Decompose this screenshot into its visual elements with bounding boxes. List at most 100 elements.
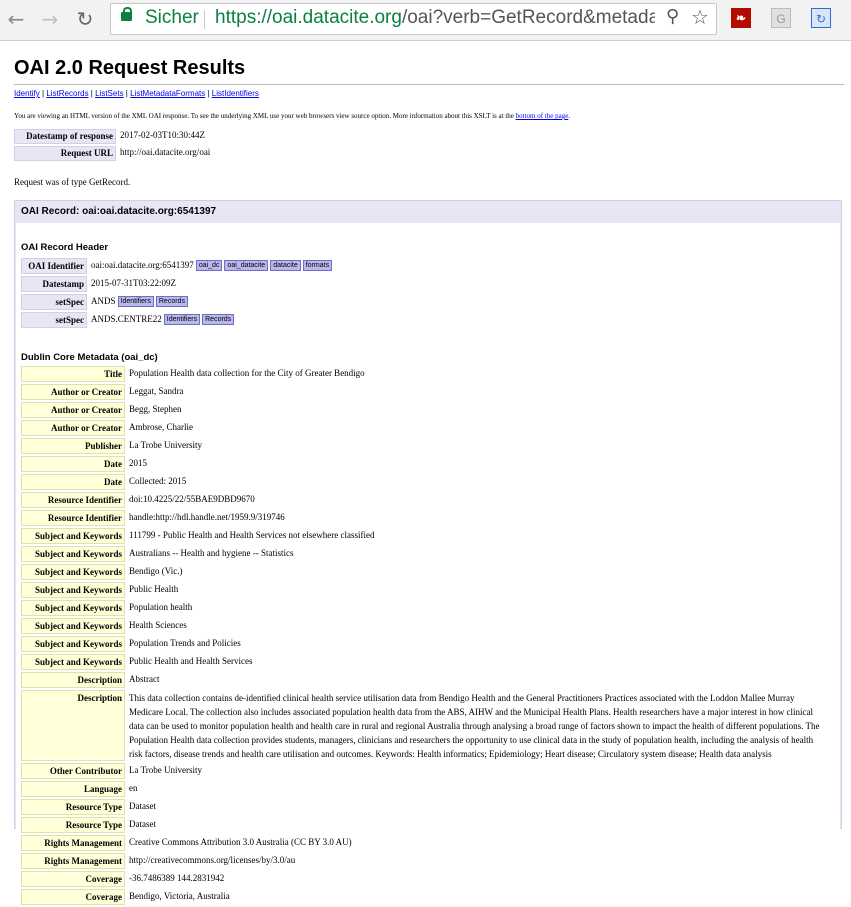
forward-arrow-icon[interactable]: → xyxy=(38,6,62,32)
datestamp-response-label: Datestamp of response xyxy=(14,129,116,144)
back-arrow-icon[interactable]: ← xyxy=(4,6,28,32)
response-table: Datestamp of response 2017-02-03T10:30:4… xyxy=(12,127,214,163)
tag-link[interactable]: formats xyxy=(302,260,333,271)
url-text[interactable]: https://oai.datacite.org/oai?verb=GetRec… xyxy=(215,7,655,29)
quicklink-listrecords[interactable]: ListRecords xyxy=(46,89,88,98)
reload-icon[interactable]: ↻ xyxy=(73,6,97,32)
dc-value: La Trobe University xyxy=(129,765,202,775)
dc-row: Author or Creator Ambrose, Charlie xyxy=(21,420,827,436)
dc-value: La Trobe University xyxy=(129,440,202,450)
address-bar[interactable]: Sicher https://oai.datacite.org/oai?verb… xyxy=(110,3,717,35)
bottom-of-page-link[interactable]: bottom of the page xyxy=(516,112,569,120)
dc-value: Abstract xyxy=(129,674,160,684)
browser-toolbar: ← → ↻ Sicher https://oai.datacite.org/oa… xyxy=(0,0,851,41)
dc-value: Dataset xyxy=(129,819,156,829)
dc-label: Description xyxy=(21,672,125,688)
dc-value: Australians -- Health and hygiene -- Sta… xyxy=(129,548,294,558)
dc-row: Language en xyxy=(21,781,827,797)
quicklink-listidentifiers[interactable]: ListIdentifiers xyxy=(212,89,259,98)
header-value-cell: 2015-07-31T03:22:09Z xyxy=(89,276,334,292)
dc-row: Subject and Keywords Population health xyxy=(21,600,827,616)
dc-label: Subject and Keywords xyxy=(21,600,125,616)
header-value: 2015-07-31T03:22:09Z xyxy=(91,278,176,288)
dc-label: Subject and Keywords xyxy=(21,564,125,580)
oai-record-title: OAI Record: oai:oai.datacite.org:6541397 xyxy=(21,206,217,217)
dc-row: Resource Type Dataset xyxy=(21,817,827,833)
intro-end: . xyxy=(568,112,571,120)
dc-value: -36.7486389 144.2831942 xyxy=(129,873,225,883)
bookmark-star-icon[interactable]: ☆ xyxy=(691,5,709,29)
header-label: setSpec xyxy=(21,294,87,310)
google-extension-icon[interactable]: G xyxy=(771,8,791,28)
dc-row: Date 2015 xyxy=(21,456,827,472)
oai-record-panel: OAI Record: oai:oai.datacite.org:6541397… xyxy=(14,200,842,905)
dc-label: Author or Creator xyxy=(21,402,125,418)
record-header-table: OAI Identifier oai:oai.datacite.org:65413… xyxy=(19,256,336,330)
request-url-value: http://oai.datacite.org/oai xyxy=(120,147,211,157)
dc-label: Rights Management xyxy=(21,835,125,851)
quicklink-identify[interactable]: Identify xyxy=(14,89,40,98)
header-value: ANDS.CENTRE22 xyxy=(91,314,162,324)
request-type-text: Request was of type GetRecord. xyxy=(14,177,131,187)
dc-row: Title Population Health data collection f… xyxy=(21,366,827,382)
header-row: OAI Identifier oai:oai.datacite.org:65413… xyxy=(21,258,334,274)
dc-label: Subject and Keywords xyxy=(21,636,125,652)
dc-row: Resource Identifier doi:10.4225/22/55BAE9… xyxy=(21,492,827,508)
dc-value: Dataset xyxy=(129,801,156,811)
sync-extension-icon[interactable]: ↻ xyxy=(811,8,831,28)
dc-label: Resource Type xyxy=(21,817,125,833)
dc-row: Description This data collection contains… xyxy=(21,690,827,761)
pdf-extension-icon[interactable]: ❧ xyxy=(731,8,751,28)
dc-value: Population Health data collection for th… xyxy=(129,368,365,378)
header-value-cell: ANDS.CENTRE22 Identifiers Records xyxy=(89,312,334,328)
dc-label: Other Contributor xyxy=(21,763,125,779)
dc-label: Description xyxy=(21,690,125,761)
tag-link[interactable]: Records xyxy=(202,314,235,325)
dc-row: Publisher La Trobe University xyxy=(21,438,827,454)
dc-label: Resource Identifier xyxy=(21,492,125,508)
dc-value: Population Trends and Policies xyxy=(129,638,241,648)
dc-value: Public Health xyxy=(129,584,179,594)
dc-row: Resource Identifier handle:http://hdl.han… xyxy=(21,510,827,526)
secure-label: Sicher xyxy=(145,7,199,28)
dc-label: Date xyxy=(21,474,125,490)
dc-row: Rights Management http://creativecommons.… xyxy=(21,853,827,869)
dc-value: Population health xyxy=(129,602,193,612)
dublin-core-title: Dublin Core Metadata (oai_dc) xyxy=(21,352,158,363)
tag-link[interactable]: oai_datacite xyxy=(224,260,269,271)
header-row: setSpec ANDS Identifiers Records xyxy=(21,294,334,310)
dc-label: Author or Creator xyxy=(21,384,125,400)
response-row: Datestamp of response 2017-02-03T10:30:4… xyxy=(14,129,212,144)
dc-value: doi:10.4225/22/55BAE9DBD9670 xyxy=(129,494,255,504)
quicklinks-bar: Identify | ListRecords | ListSets | List… xyxy=(14,89,259,98)
dc-row: Subject and Keywords Public Health xyxy=(21,582,827,598)
dc-label: Subject and Keywords xyxy=(21,546,125,562)
title-divider xyxy=(14,84,844,85)
tag-link[interactable]: datacite xyxy=(270,260,301,271)
dc-value: Ambrose, Charlie xyxy=(129,422,193,432)
record-header-title: OAI Record Header xyxy=(21,242,109,253)
dc-label: Subject and Keywords xyxy=(21,528,125,544)
quicklink-listmetadataformats[interactable]: ListMetadataFormats xyxy=(130,89,205,98)
dc-label: Subject and Keywords xyxy=(21,654,125,670)
dc-row: Coverage -36.7486389 144.2831942 xyxy=(21,871,827,887)
zoom-icon[interactable]: ⚲ xyxy=(666,6,679,27)
oai-record-body: OAI Record Header OAI Identifier oai:oai.… xyxy=(16,223,840,905)
dc-row: Coverage Bendigo, Victoria, Australia xyxy=(21,889,827,905)
quicklink-listsets[interactable]: ListSets xyxy=(95,89,123,98)
intro-body: You are viewing an HTML version of the X… xyxy=(14,112,516,120)
tag-link[interactable]: Records xyxy=(155,296,188,307)
dc-row: Rights Management Creative Commons Attrib… xyxy=(21,835,827,851)
tag-link[interactable]: oai_dc xyxy=(195,260,223,271)
tag-link[interactable]: Identifiers xyxy=(117,296,154,307)
tag-link[interactable]: Identifiers xyxy=(163,314,201,325)
dc-row: Subject and Keywords Population Trends an… xyxy=(21,636,827,652)
dc-value: This data collection contains de-identif… xyxy=(129,693,820,759)
url-rest: /oai?verb=GetRecord&metadataPr xyxy=(401,7,655,28)
dc-label: Language xyxy=(21,781,125,797)
header-row: setSpec ANDS.CENTRE22 Identifiers Records xyxy=(21,312,334,328)
page-title: OAI 2.0 Request Results xyxy=(14,57,246,79)
header-value-cell: ANDS Identifiers Records xyxy=(89,294,334,310)
dc-row: Subject and Keywords Public Health and He… xyxy=(21,654,827,670)
dc-row: Subject and Keywords Bendigo (Vic.) xyxy=(21,564,827,580)
